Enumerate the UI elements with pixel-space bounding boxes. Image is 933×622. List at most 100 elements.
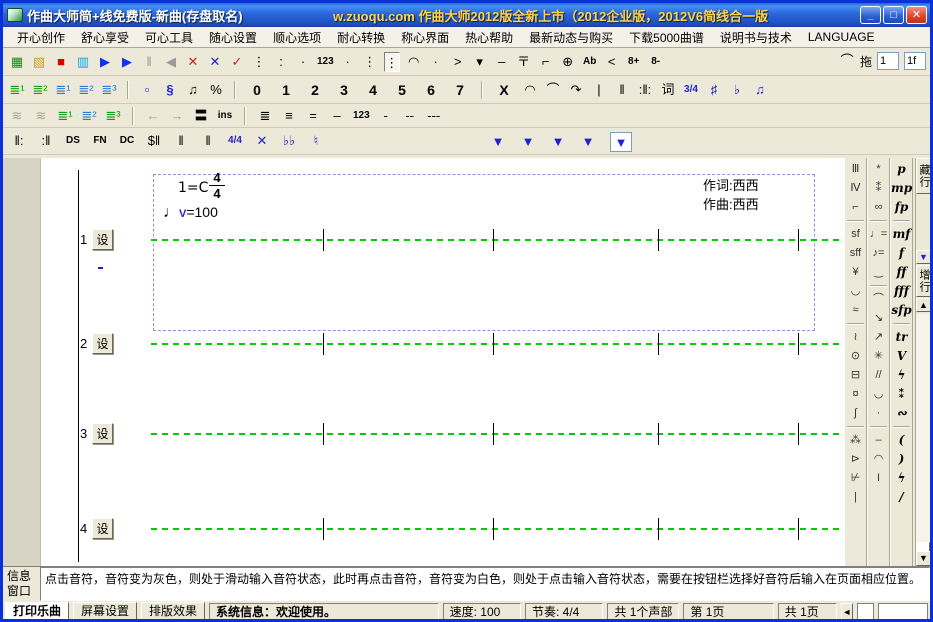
dot-icon[interactable]: ·: [295, 52, 311, 72]
dots-column-icon[interactable]: ⋮: [251, 52, 267, 72]
cut-time-icon[interactable]: ✕: [254, 131, 270, 151]
play-from-cursor-icon[interactable]: ▶: [119, 52, 135, 72]
menu-item[interactable]: 说明书与技术: [712, 27, 800, 48]
harmonic-button[interactable]: ¤: [845, 385, 866, 404]
doit-button[interactable]: ↗: [868, 328, 889, 347]
tab-print-score[interactable]: 打印乐曲: [5, 602, 69, 621]
box-mark-button[interactable]: ⊟: [845, 366, 866, 385]
voice-dropdown-4[interactable]: ▼: [580, 132, 596, 152]
scroll-bottom-arrow-icon[interactable]: ▼: [916, 551, 931, 566]
eighth-notes-icon[interactable]: ♫: [185, 80, 201, 100]
staff-double-icon[interactable]: ≣²: [32, 80, 48, 100]
pause-icon[interactable]: ‖: [141, 52, 157, 72]
tilde-button[interactable]: ∾: [891, 404, 912, 423]
repeat-end-icon[interactable]: :‖: [38, 131, 54, 151]
digit-6-button[interactable]: 6: [420, 80, 442, 100]
circle-mark-button[interactable]: ⊙: [845, 347, 866, 366]
eighth-equals-button[interactable]: ♪=: [868, 244, 889, 263]
rest-icon[interactable]: ▫: [139, 80, 155, 100]
clef-icon[interactable]: §: [162, 80, 178, 100]
numbers-123b-icon[interactable]: 123: [353, 106, 370, 126]
wavy-line-button[interactable]: ≈: [845, 301, 866, 320]
dynamic-mp-button[interactable]: mp: [891, 179, 912, 198]
hyphen-icon[interactable]: -: [378, 106, 394, 126]
sforzato-button[interactable]: sff: [845, 244, 866, 263]
delete-all-icon[interactable]: ✕: [207, 52, 223, 72]
infinity-button[interactable]: ∞: [868, 198, 889, 217]
staff-gray2-icon[interactable]: ≋: [33, 106, 49, 126]
zigzag-button[interactable]: ϟ: [891, 469, 912, 488]
quarter-equals-button[interactable]: ♩=: [868, 225, 889, 244]
repeat-start-icon[interactable]: ‖:: [11, 131, 27, 151]
sharp-icon[interactable]: ♯: [706, 80, 722, 100]
staff-group2-icon[interactable]: ≣²: [78, 80, 94, 100]
save-icon[interactable]: ▦: [9, 52, 25, 72]
dynamic-p-button[interactable]: p: [891, 160, 912, 179]
drag-value-input[interactable]: [877, 52, 899, 70]
dynamic-fp-button[interactable]: fp: [891, 198, 912, 217]
score-page[interactable]: 1=C 4 4 ♩V=100 作词:西西 作曲:西西 1 设: [3, 158, 844, 566]
arpeggio-button[interactable]: ⁂: [845, 431, 866, 450]
scrollbar-track[interactable]: [916, 314, 931, 550]
menu-item[interactable]: 顺心选项: [265, 27, 329, 48]
insert-icon[interactable]: ins: [217, 106, 233, 126]
open-icon[interactable]: ▧: [31, 52, 47, 72]
slur-gray-button[interactable]: ⌒: [868, 290, 889, 309]
hscroll-thumb[interactable]: [857, 603, 874, 621]
system-settings-button[interactable]: 设: [92, 423, 113, 444]
natural-icon[interactable]: ♮: [308, 131, 324, 151]
dots-column-small-icon[interactable]: :: [273, 52, 289, 72]
trill-wave-button[interactable]: ≀: [845, 328, 866, 347]
barline3-icon[interactable]: ‖: [200, 131, 216, 151]
dots2-icon[interactable]: ⋮: [362, 52, 378, 72]
arrow-right-icon[interactable]: →: [169, 106, 185, 126]
menu-item[interactable]: 热心帮助: [457, 27, 521, 48]
fine-icon[interactable]: FN: [92, 131, 108, 151]
time-signature-icon[interactable]: 3/4: [683, 80, 699, 100]
ab-chord-icon[interactable]: Ab: [582, 52, 598, 72]
voice-dropdown-3[interactable]: ▼: [550, 132, 566, 152]
dal-segno-icon[interactable]: DS: [65, 131, 81, 151]
angle-icon[interactable]: <: [604, 52, 620, 72]
staff-line[interactable]: [151, 528, 841, 530]
segno-icon[interactable]: $‖: [146, 131, 162, 151]
lyrics-icon[interactable]: 词: [660, 80, 676, 100]
marcato-button[interactable]: ¥: [845, 263, 866, 282]
grace-note-icon[interactable]: ↷: [568, 80, 584, 100]
drag-value2-input[interactable]: [904, 52, 926, 70]
x-button[interactable]: X: [493, 80, 515, 100]
menu-item[interactable]: 耐心转换: [329, 27, 393, 48]
hscroll-track[interactable]: [878, 603, 928, 621]
bracket-icon[interactable]: ⌐: [538, 52, 554, 72]
hscroll-left-arrow-icon[interactable]: ◄: [841, 603, 853, 621]
menu-item[interactable]: 开心创作: [9, 27, 73, 48]
flag-button[interactable]: ⊳: [845, 450, 866, 469]
system-settings-button[interactable]: 设: [92, 229, 113, 250]
scroll-down-arrow-icon[interactable]: ▼: [916, 250, 931, 264]
tab-screen-settings[interactable]: 屏幕设置: [73, 602, 137, 621]
accent-icon[interactable]: >: [450, 52, 466, 72]
record-stop-icon[interactable]: ■: [53, 52, 69, 72]
digit-0-button[interactable]: 0: [246, 80, 268, 100]
tie-right-icon[interactable]: ⌒: [839, 51, 855, 71]
double-tremolo-button[interactable]: ⁑: [891, 385, 912, 404]
trill-button[interactable]: tr: [891, 328, 912, 347]
play-icon[interactable]: ▶: [97, 52, 113, 72]
meter-44-icon[interactable]: 4/4: [227, 131, 243, 151]
menu-item[interactable]: LANGUAGE: [800, 28, 883, 46]
digit-5-button[interactable]: 5: [391, 80, 413, 100]
dots-pressed-icon[interactable]: ⋮: [384, 52, 400, 72]
staff-color2-icon[interactable]: ≣²: [81, 106, 97, 126]
system-settings-button[interactable]: 设: [92, 333, 113, 354]
staff-group3-icon[interactable]: ≣³: [101, 80, 117, 100]
hide-row-button[interactable]: 藏行: [916, 158, 931, 194]
menu-item[interactable]: 下载5000曲谱: [621, 27, 712, 48]
up-bow-button[interactable]: V: [891, 347, 912, 366]
dynamic-mf-button[interactable]: mf: [891, 225, 912, 244]
menu-item[interactable]: 随心设置: [201, 27, 265, 48]
repeat-sign-icon[interactable]: :‖:: [637, 80, 653, 100]
equals-icon[interactable]: =: [305, 106, 321, 126]
cup-button[interactable]: ◡: [868, 385, 889, 404]
dropdown-icon[interactable]: ▾: [472, 52, 488, 72]
staff-color1-icon[interactable]: ≣¹: [57, 106, 73, 126]
